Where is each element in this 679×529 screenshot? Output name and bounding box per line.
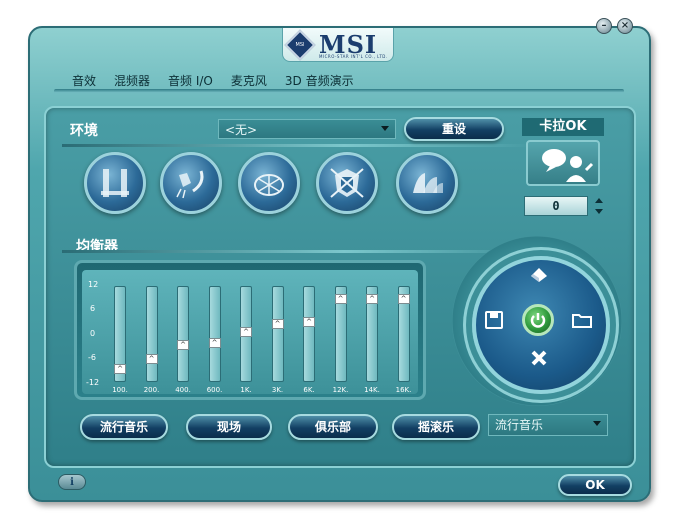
eq-slider-thumb[interactable]: ^ [271,318,284,329]
environment-select[interactable]: <无> [218,119,396,139]
minimize-button[interactable]: – [596,18,612,34]
eq-frequency-label: 400. [175,386,191,394]
info-icon: i [70,476,74,488]
karaoke-title: 卡拉OK [522,118,604,136]
eraser-button[interactable] [524,262,554,288]
equalizer-title: 均衡器 [76,239,118,255]
db-label-minus-12: -12 [86,378,100,387]
eq-frequency-label: 14K. [364,386,380,394]
eq-slider-thumb[interactable]: ^ [177,339,189,350]
save-disk-icon [485,311,503,329]
pipes-environment-button[interactable] [84,152,146,214]
eq-slider-3k[interactable]: ^ [271,286,284,382]
eq-frequency-label: 1K. [240,386,252,394]
open-preset-button[interactable] [568,306,596,334]
equalizer-power-button[interactable] [522,304,554,336]
delete-preset-button[interactable] [524,344,554,372]
environment-reset-button[interactable]: 重设 [404,117,504,141]
preset-live-button[interactable]: 现场 [186,414,272,440]
eq-slider-14k[interactable]: ^ [366,286,378,382]
close-button[interactable]: × [617,18,633,34]
eq-frequency-label: 12K. [332,386,349,394]
eq-frequency-label: 200. [143,386,160,394]
eq-slider-100[interactable]: ^ [114,286,126,382]
msi-logo-plate: MSI MSI MICRO-STAR INT'L CO., LTD. [282,28,394,62]
equalizer-preset-select[interactable]: 流行音乐 [488,414,608,436]
stadium-environment-button[interactable] [238,152,300,214]
eraser-icon [531,268,547,282]
eq-frequency-label: 600. [206,386,223,394]
eq-slider-16k[interactable]: ^ [397,286,410,382]
db-label-12: 12 [88,280,99,289]
eq-slider-600[interactable]: ^ [208,286,221,382]
db-label-0: 0 [90,329,96,338]
eq-slider-thumb[interactable]: ^ [303,316,315,327]
preset-pop-button[interactable]: 流行音乐 [80,414,168,440]
eq-slider-1k[interactable]: ^ [240,286,252,382]
eq-slider-thumb[interactable]: ^ [366,294,378,304]
environment-selected-value: <无> [225,123,258,137]
equalizer-divider [62,250,532,253]
close-x-icon [531,350,547,366]
info-button[interactable]: i [58,474,86,490]
karaoke-increment-button[interactable] [594,196,604,205]
colosseum-environment-icon [330,168,364,198]
msi-emblem-icon: MSI [284,29,316,61]
power-icon [530,313,546,328]
eq-slider-thumb[interactable]: ^ [145,353,158,364]
eq-slider-6k[interactable]: ^ [303,286,315,382]
stadium-environment-icon [254,174,284,196]
eq-slider-thumb[interactable]: ^ [208,337,221,348]
opera-house-environment-icon [413,173,443,193]
folder-icon [572,314,592,328]
chevron-down-icon [593,421,601,426]
shower-environment-button[interactable] [160,152,222,214]
eq-frequency-label: 16K. [395,386,412,394]
opera-house-environment-button[interactable] [396,152,458,214]
eq-slider-thumb[interactable]: ^ [114,364,126,374]
preset-rock-button[interactable]: 摇滚乐 [392,414,480,440]
colosseum-environment-button[interactable] [316,152,378,214]
equalizer-preset-selected: 流行音乐 [495,418,544,432]
brand-subtitle: MICRO-STAR INT'L CO., LTD. [319,54,388,59]
karaoke-value-field[interactable]: 0 [524,196,588,216]
eq-slider-200[interactable]: ^ [145,286,158,382]
karaoke-decrement-button[interactable] [594,207,604,216]
save-preset-button[interactable] [480,306,508,334]
pipes-environment-icon [101,169,129,197]
eq-slider-thumb[interactable]: ^ [397,294,410,304]
eq-slider-400[interactable]: ^ [177,286,189,382]
eq-frequency-label: 100. [112,386,128,394]
tab-divider [54,89,624,93]
eq-frequency-label: 6K. [303,386,315,394]
ok-button[interactable]: OK [558,474,632,496]
shower-environment-icon [176,170,204,199]
eq-slider-12k[interactable]: ^ [334,286,347,382]
environment-title: 环境 [70,123,98,139]
environment-divider [62,144,532,147]
chevron-down-icon [381,126,389,131]
karaoke-singer-icon [526,140,600,186]
db-label-minus-6: -6 [88,353,96,362]
preset-club-button[interactable]: 俱乐部 [288,414,378,440]
eq-slider-thumb[interactable]: ^ [240,327,252,338]
eq-slider-thumb[interactable]: ^ [334,294,347,304]
db-label-6: 6 [90,304,96,313]
eq-frequency-label: 3K. [271,386,284,394]
